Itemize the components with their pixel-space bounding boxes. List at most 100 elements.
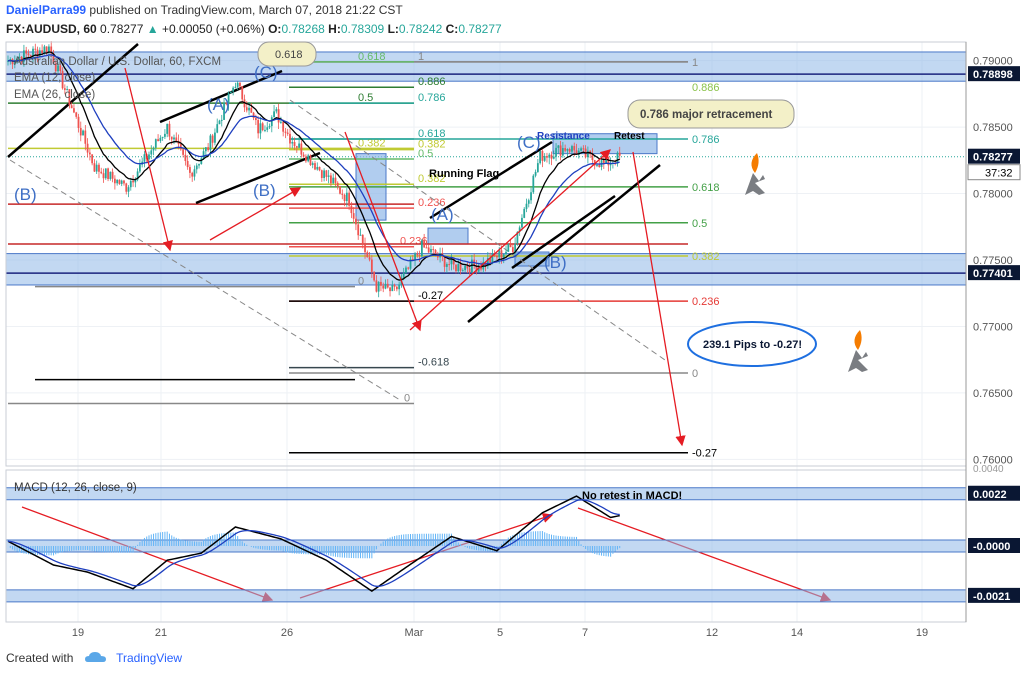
candle-body	[355, 218, 357, 225]
candle-body	[561, 148, 564, 156]
candle-body	[448, 264, 451, 266]
candle-body	[523, 208, 526, 218]
candle-body	[248, 107, 250, 111]
candle-body	[580, 148, 582, 151]
candle-body	[161, 136, 164, 138]
support-zone	[5, 253, 967, 286]
retest-box-a	[427, 227, 469, 245]
candle-body	[198, 164, 200, 166]
candle-body	[500, 250, 503, 258]
x-tick-label: 12	[706, 627, 718, 639]
candle-body	[420, 240, 423, 257]
candle-body	[104, 168, 107, 179]
candle-body	[298, 143, 300, 148]
candle-body	[373, 271, 376, 281]
candle-body	[325, 170, 328, 177]
candle-body	[546, 156, 548, 158]
candle-body	[511, 247, 514, 253]
candle-body	[550, 154, 553, 159]
candle-body	[43, 46, 46, 54]
candle-body	[496, 256, 498, 258]
candle-body	[498, 250, 501, 258]
candle-body	[352, 213, 355, 219]
candle-body	[364, 244, 366, 253]
candle-body	[214, 132, 216, 143]
candle-body	[211, 135, 214, 143]
candle-body	[596, 164, 598, 166]
candle-body	[527, 200, 530, 204]
fib-label: 1	[418, 51, 424, 63]
candle-body	[336, 182, 339, 187]
candle-body	[534, 171, 537, 176]
price-label-text: 0.78898	[973, 69, 1013, 81]
candle-body	[236, 82, 239, 87]
callout-text-small: 0.618	[275, 49, 303, 61]
candle-body	[461, 270, 464, 272]
candle-body	[427, 247, 430, 253]
rocket-icon-flame	[854, 330, 862, 350]
candle-body	[100, 171, 103, 174]
candle-body	[132, 180, 134, 183]
wave-label: (A)	[207, 95, 230, 114]
tradingview-link[interactable]: TradingView	[116, 651, 182, 665]
candle-body	[380, 281, 382, 286]
candle-body	[186, 160, 189, 168]
candle-body	[279, 121, 282, 123]
candle-body	[571, 146, 573, 152]
x-tick-label: 21	[155, 627, 167, 639]
candle-body	[573, 146, 576, 151]
candle-body	[395, 286, 398, 290]
candle-body	[113, 178, 116, 184]
y-tick-label: 0.76500	[973, 388, 1013, 400]
candle-body	[316, 166, 319, 170]
fib-label: 0	[692, 368, 698, 380]
candle-body	[216, 124, 219, 133]
candle-body	[93, 163, 96, 172]
wave-label: (B)	[14, 185, 37, 204]
candle-body	[229, 91, 232, 94]
candle-body	[73, 108, 75, 113]
candle-body	[425, 247, 428, 249]
candle-body	[184, 154, 187, 161]
candle-body	[391, 285, 394, 292]
retest-label: Retest	[614, 131, 645, 142]
candle-body	[332, 177, 335, 184]
candle-body	[530, 192, 532, 201]
callout-text: 0.786 major retracement	[640, 109, 772, 121]
candle-body	[327, 175, 330, 177]
candle-body	[118, 179, 121, 184]
candle-body	[359, 234, 362, 236]
candle-body	[386, 283, 389, 288]
candle-body	[445, 264, 448, 267]
candle-body	[302, 154, 305, 157]
trend-channels	[7, 43, 666, 401]
candle-body	[257, 120, 260, 134]
rocket-icon	[848, 350, 868, 372]
y-tick-label: 0.78500	[973, 122, 1013, 134]
x-tick-label: 7	[582, 627, 588, 639]
candle-body	[536, 163, 539, 172]
candle-body	[405, 267, 407, 273]
fib-label: 0.886	[692, 82, 720, 94]
fib-label: -0.618	[418, 357, 449, 369]
candle-body	[370, 259, 373, 272]
candle-body	[182, 149, 185, 155]
candle-body	[457, 264, 460, 272]
candle-body	[525, 203, 528, 209]
candle-body	[375, 280, 378, 292]
y-tick-label: 0.77000	[973, 321, 1013, 333]
candle-body	[261, 123, 264, 131]
candle-body	[179, 144, 182, 150]
candle-body	[468, 268, 471, 273]
candle-body	[295, 146, 298, 148]
candle-body	[598, 164, 601, 167]
chart-canvas[interactable]: 1 10.6180.8860.5 0.7860.7860.3820.6180.382…	[0, 0, 1024, 677]
candle-body	[200, 158, 203, 165]
candle-body	[432, 249, 435, 251]
candle-body	[564, 148, 567, 151]
fib-label: -0.27	[418, 290, 443, 302]
countdown-text: 37:32	[985, 168, 1013, 180]
candle-body	[459, 264, 462, 271]
macd-annotation: No retest in MACD!	[582, 490, 682, 502]
candle-body	[320, 170, 323, 178]
